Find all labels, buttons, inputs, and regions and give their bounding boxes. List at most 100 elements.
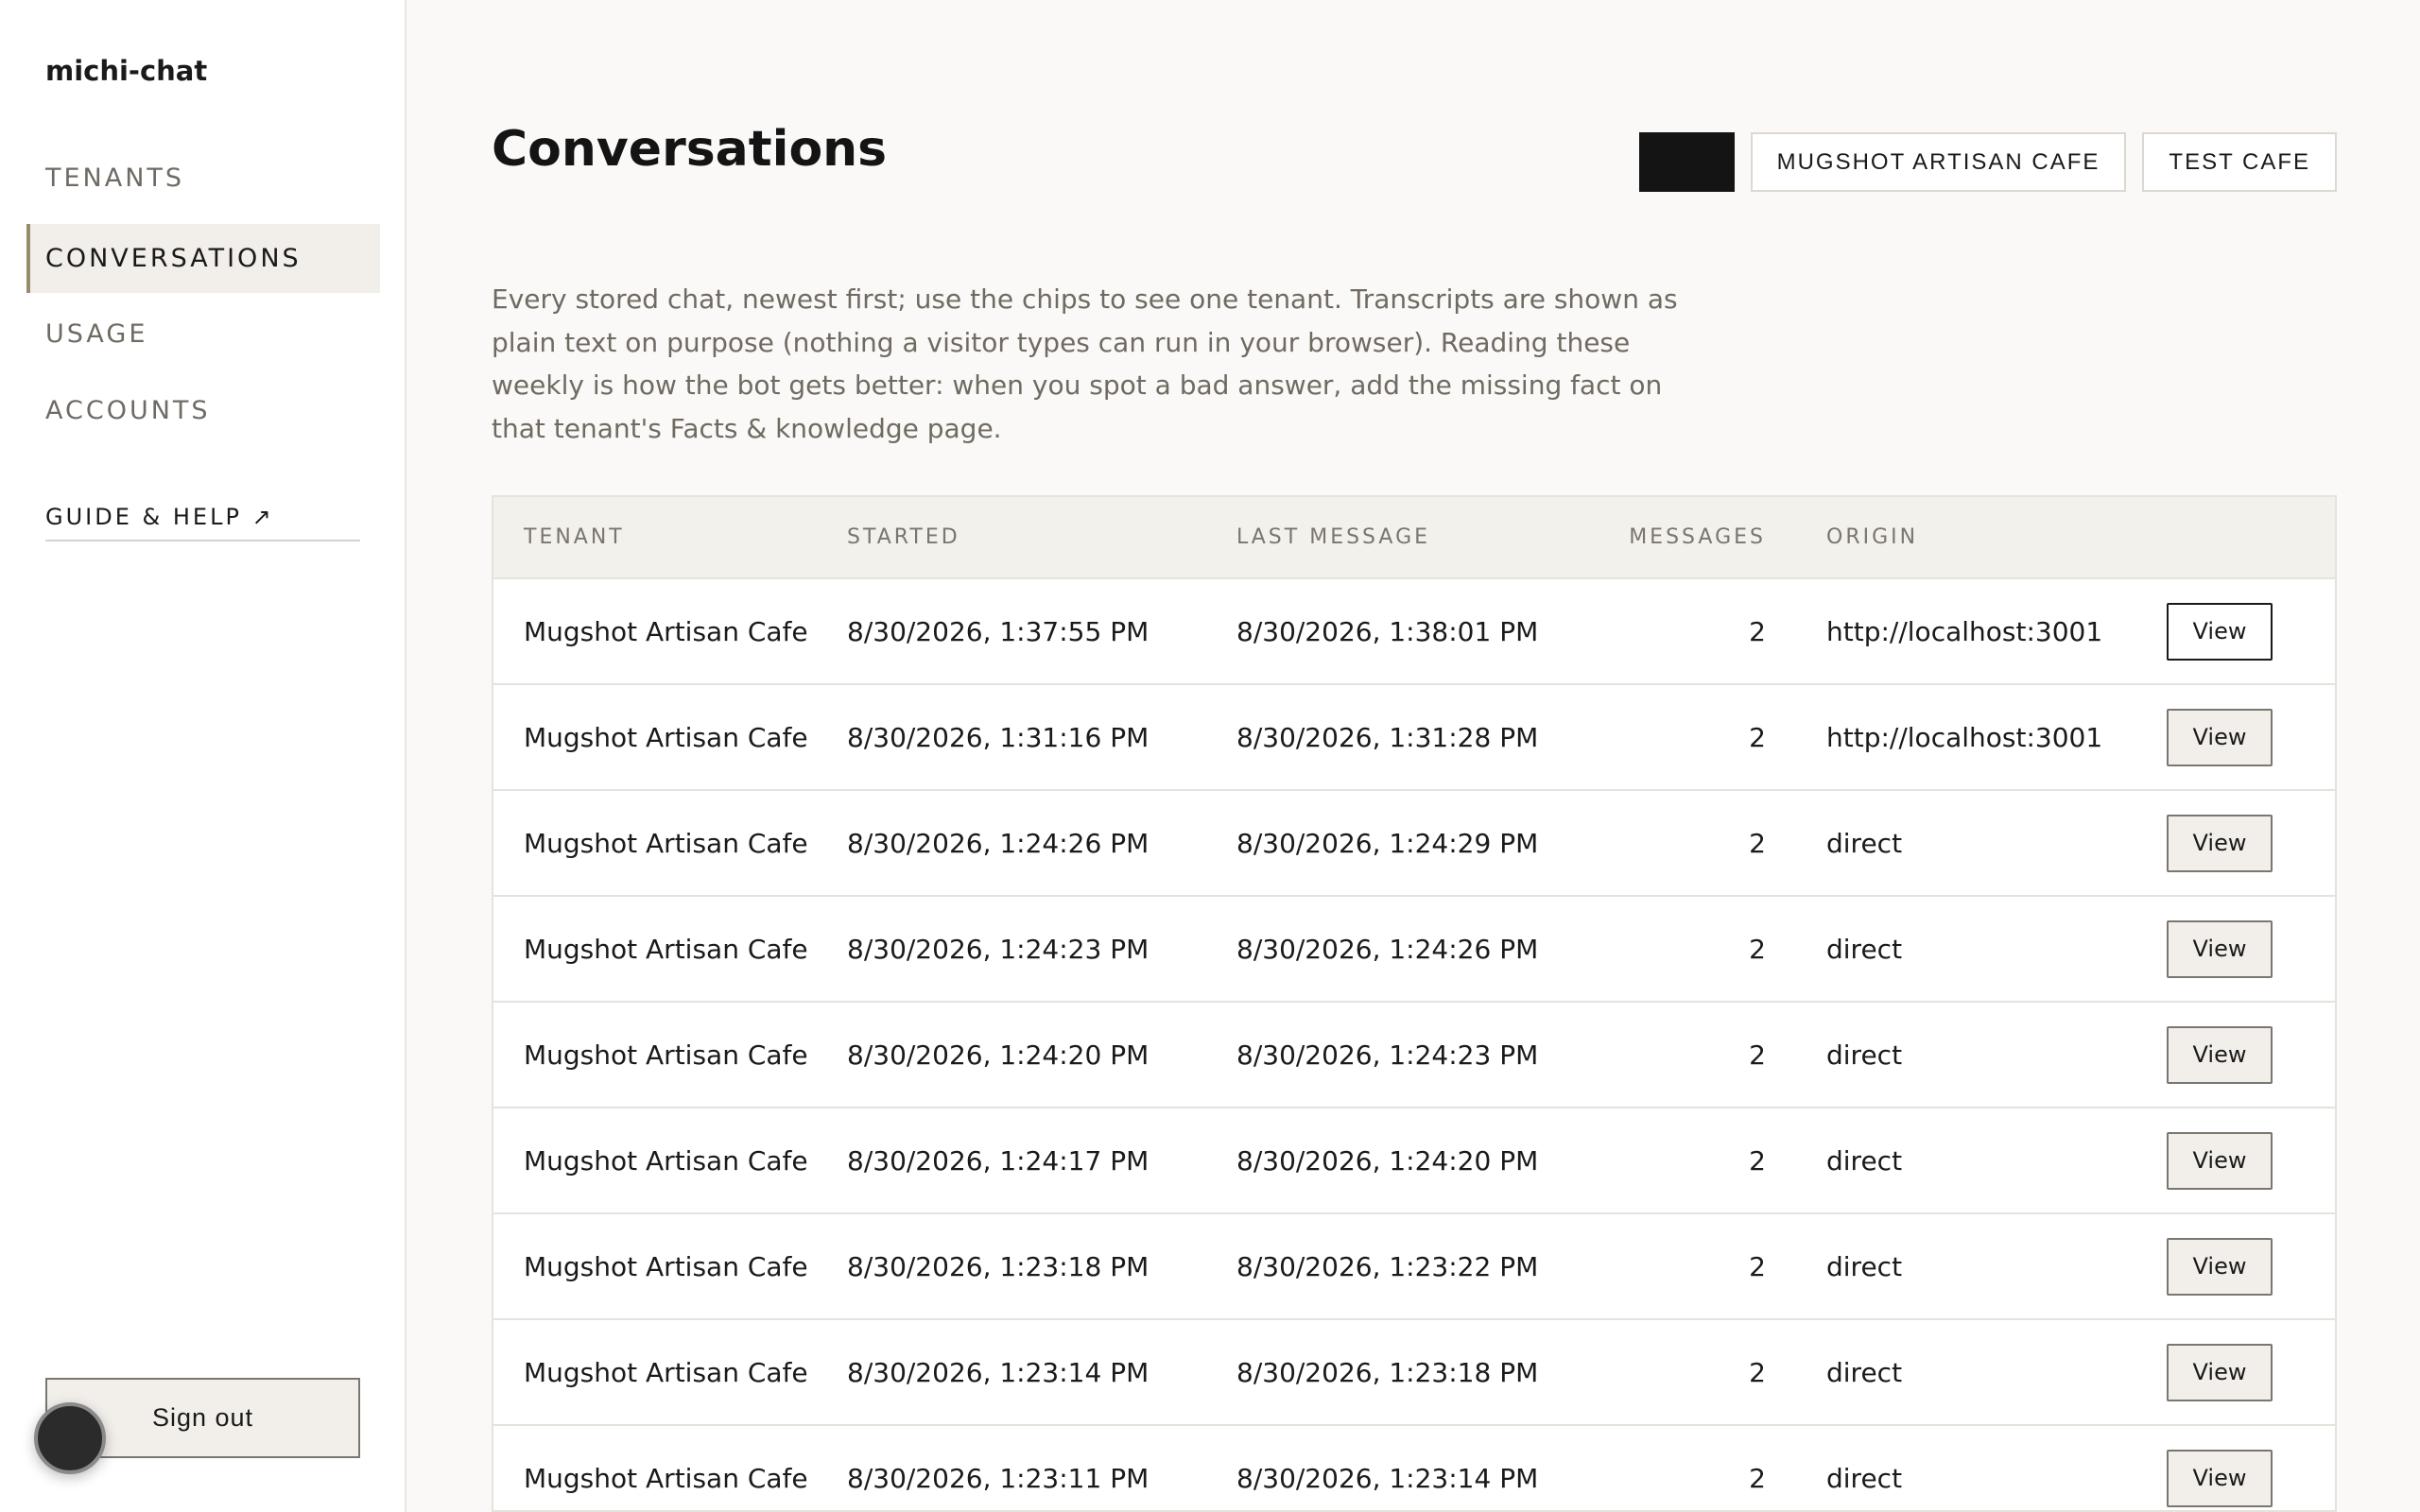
view-button[interactable]: View (2167, 1237, 2273, 1296)
cell-started: 8/30/2026, 1:24:20 PM (847, 1002, 1236, 1108)
cell-action: View (2167, 1319, 2335, 1426)
cell-tenant: Mugshot Artisan Cafe (493, 1108, 847, 1214)
cell-spacer (1766, 1002, 1826, 1108)
view-button[interactable]: View (2167, 814, 2273, 872)
cell-started: 8/30/2026, 1:23:11 PM (847, 1425, 1236, 1510)
column-header-messages: MESSAGES (1607, 497, 1766, 579)
cell-action: View (2167, 1108, 2335, 1214)
cell-last-message: 8/30/2026, 1:24:29 PM (1236, 790, 1607, 897)
cell-origin: direct (1826, 1213, 2167, 1320)
page-title: Conversations (492, 121, 888, 178)
cell-action: View (2167, 578, 2335, 685)
cell-spacer (1766, 790, 1826, 897)
view-button[interactable]: View (2167, 602, 2273, 661)
cell-origin: direct (1826, 1108, 2167, 1214)
cell-origin: direct (1826, 1425, 2167, 1510)
table-row: Mugshot Artisan Cafe 8/30/2026, 1:23:18 P… (493, 1213, 2335, 1320)
cell-origin: http://localhost:3001 (1826, 578, 2167, 685)
cell-tenant: Mugshot Artisan Cafe (493, 684, 847, 791)
cell-origin: direct (1826, 896, 2167, 1003)
cell-tenant: Mugshot Artisan Cafe (493, 1319, 847, 1426)
column-spacer (1766, 497, 1826, 579)
cell-last-message: 8/30/2026, 1:38:01 PM (1236, 578, 1607, 685)
page-description: Every stored chat, newest first; use the… (492, 284, 1678, 444)
table-row: Mugshot Artisan Cafe 8/30/2026, 1:24:17 P… (493, 1108, 2335, 1214)
cell-messages: 2 (1607, 1002, 1766, 1108)
cell-action: View (2167, 1425, 2335, 1510)
cell-tenant: Mugshot Artisan Cafe (493, 1213, 847, 1320)
cell-started: 8/30/2026, 1:24:23 PM (847, 896, 1236, 1003)
sidebar: michi-chat TENANTS CONVERSATIONS USAGE A… (0, 0, 406, 1512)
table-body: Mugshot Artisan Cafe 8/30/2026, 1:37:55 P… (493, 578, 2335, 1510)
cell-tenant: Mugshot Artisan Cafe (493, 1002, 847, 1108)
cell-started: 8/30/2026, 1:24:26 PM (847, 790, 1236, 897)
column-header-tenant: TENANT (493, 497, 847, 579)
cell-started: 8/30/2026, 1:31:16 PM (847, 684, 1236, 791)
cell-action: View (2167, 896, 2335, 1003)
chip-test-cafe[interactable]: TEST CAFE (2142, 132, 2337, 192)
cell-messages: 2 (1607, 896, 1766, 1003)
chip-mugshot-artisan-cafe[interactable]: MUGSHOT ARTISAN CAFE (1750, 132, 2127, 192)
app-name: michi-chat (45, 55, 208, 87)
table-row: Mugshot Artisan Cafe 8/30/2026, 1:37:55 P… (493, 578, 2335, 685)
table-header-row: TENANT STARTED LAST MESSAGE MESSAGES ORI… (493, 497, 2335, 579)
tenant-filter-chips: MUGSHOT ARTISAN CAFE TEST CAFE (1638, 132, 2337, 192)
view-button[interactable]: View (2167, 1025, 2273, 1084)
table-row: Mugshot Artisan Cafe 8/30/2026, 1:23:11 P… (493, 1425, 2335, 1510)
cell-started: 8/30/2026, 1:37:55 PM (847, 578, 1236, 685)
cell-last-message: 8/30/2026, 1:23:22 PM (1236, 1213, 1607, 1320)
table-row: Mugshot Artisan Cafe 8/30/2026, 1:23:14 P… (493, 1319, 2335, 1426)
cell-messages: 2 (1607, 578, 1766, 685)
cell-spacer (1766, 1213, 1826, 1320)
cell-spacer (1766, 1319, 1826, 1426)
cell-tenant: Mugshot Artisan Cafe (493, 578, 847, 685)
column-header-action (2167, 497, 2335, 579)
sidebar-item-accounts[interactable]: ACCOUNTS (26, 376, 380, 445)
cell-started: 8/30/2026, 1:23:14 PM (847, 1319, 1236, 1426)
column-header-last-message: LAST MESSAGE (1236, 497, 1607, 579)
cell-spacer (1766, 896, 1826, 1003)
cell-last-message: 8/30/2026, 1:24:23 PM (1236, 1002, 1607, 1108)
sidebar-item-conversations[interactable]: CONVERSATIONS (26, 224, 380, 293)
cell-action: View (2167, 1213, 2335, 1320)
cell-spacer (1766, 578, 1826, 685)
cell-spacer (1766, 1108, 1826, 1214)
cell-messages: 2 (1607, 1319, 1766, 1426)
cell-action: View (2167, 1002, 2335, 1108)
cell-started: 8/30/2026, 1:24:17 PM (847, 1108, 1236, 1214)
sidebar-item-tenants[interactable]: TENANTS (26, 144, 380, 213)
sidebar-item-usage[interactable]: USAGE (26, 300, 380, 369)
column-header-started: STARTED (847, 497, 1236, 579)
view-button[interactable]: View (2167, 1449, 2273, 1507)
cell-origin: http://localhost:3001 (1826, 684, 2167, 791)
cell-started: 8/30/2026, 1:23:18 PM (847, 1213, 1236, 1320)
cell-last-message: 8/30/2026, 1:23:14 PM (1236, 1425, 1607, 1510)
table-row: Mugshot Artisan Cafe 8/30/2026, 1:31:16 P… (493, 684, 2335, 791)
conversations-table: TENANT STARTED LAST MESSAGE MESSAGES ORI… (492, 495, 2337, 1512)
cell-action: View (2167, 684, 2335, 791)
view-button[interactable]: View (2167, 708, 2273, 766)
cell-messages: 2 (1607, 790, 1766, 897)
cell-action: View (2167, 790, 2335, 897)
cell-messages: 2 (1607, 684, 1766, 791)
cell-last-message: 8/30/2026, 1:24:20 PM (1236, 1108, 1607, 1214)
table-row: Mugshot Artisan Cafe 8/30/2026, 1:24:26 P… (493, 790, 2335, 897)
cell-origin: direct (1826, 1319, 2167, 1426)
cell-tenant: Mugshot Artisan Cafe (493, 790, 847, 897)
table-row: Mugshot Artisan Cafe 8/30/2026, 1:24:20 P… (493, 1002, 2335, 1108)
cell-spacer (1766, 684, 1826, 791)
guide-help-link[interactable]: GUIDE & HELP ↗ (45, 504, 360, 541)
cell-last-message: 8/30/2026, 1:23:18 PM (1236, 1319, 1607, 1426)
cell-messages: 2 (1607, 1213, 1766, 1320)
cell-origin: direct (1826, 1002, 2167, 1108)
view-button[interactable]: View (2167, 919, 2273, 978)
avatar[interactable] (34, 1402, 106, 1474)
cell-tenant: Mugshot Artisan Cafe (493, 896, 847, 1003)
cell-origin: direct (1826, 790, 2167, 897)
chip-all[interactable] (1638, 132, 1735, 192)
cell-messages: 2 (1607, 1425, 1766, 1510)
view-button[interactable]: View (2167, 1131, 2273, 1190)
cell-messages: 2 (1607, 1108, 1766, 1214)
view-button[interactable]: View (2167, 1343, 2273, 1401)
column-header-origin: ORIGIN (1826, 497, 2167, 579)
